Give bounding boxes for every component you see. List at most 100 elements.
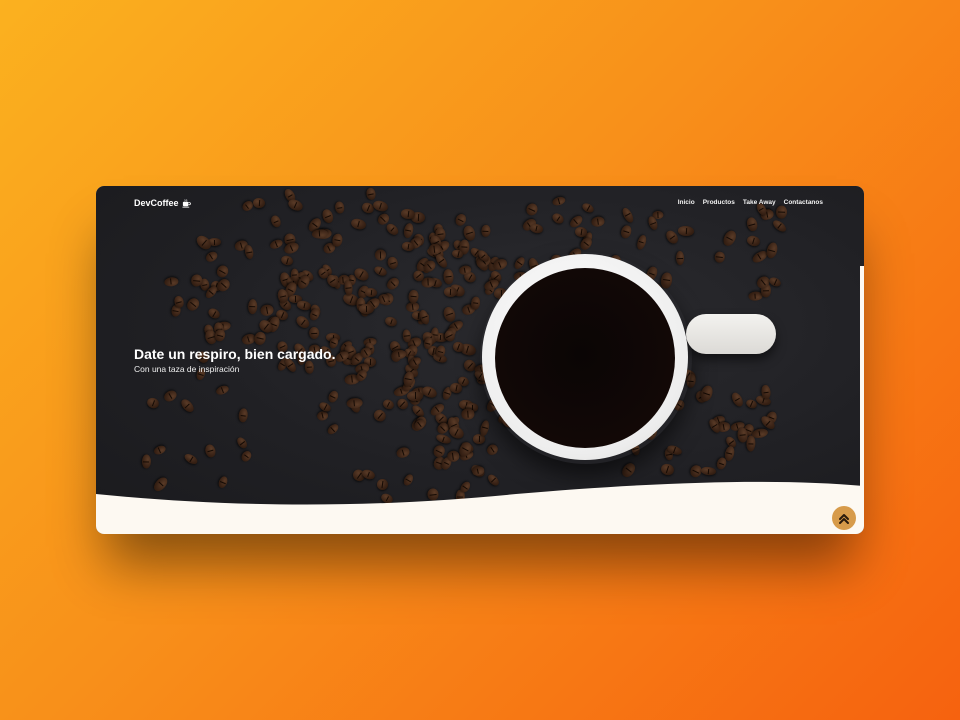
coffee-bean [279, 254, 295, 267]
coffee-bean [184, 296, 202, 313]
coffee-bean [620, 206, 636, 224]
coffee-bean [372, 199, 390, 214]
coffee-cup-icon [181, 198, 191, 208]
coffee-bean [721, 228, 739, 248]
coffee-bean [179, 397, 196, 414]
coffee-bean [215, 384, 231, 397]
coffee-bean [215, 263, 231, 279]
coffee-bean [182, 451, 199, 466]
nav-link-contactanos[interactable]: Contactanos [784, 199, 823, 206]
hero-section: DevCoffee Inicio Productos Take Away Con… [96, 186, 864, 534]
coffee-bean [153, 443, 168, 457]
nav-link-take-away[interactable]: Take Away [743, 199, 776, 206]
coffee-bean [365, 186, 377, 201]
coffee-liquid [495, 268, 675, 448]
coffee-bean [460, 408, 475, 421]
hero-wave-divider [96, 481, 864, 534]
coffee-bean [325, 389, 340, 405]
coffee-bean [770, 218, 788, 235]
coffee-bean [715, 456, 728, 470]
coffee-bean [372, 264, 388, 278]
coffee-bean [304, 360, 315, 375]
coffee-bean [478, 419, 491, 437]
coffee-bean [402, 222, 415, 239]
coffee-bean [512, 255, 528, 272]
coffee-bean [407, 390, 424, 402]
coffee-bean [194, 232, 214, 252]
coffee-bean [433, 252, 449, 270]
coffee-bean [714, 251, 726, 264]
coffee-bean [529, 222, 545, 234]
coffee-bean [480, 224, 491, 237]
brand-logo[interactable]: DevCoffee [134, 198, 191, 208]
nav-link-inicio[interactable]: Inicio [678, 199, 695, 206]
scroll-to-top-button[interactable] [832, 506, 856, 530]
browser-window: DevCoffee Inicio Productos Take Away Con… [96, 186, 864, 534]
main-nav: Inicio Productos Take Away Contactanos [678, 199, 823, 206]
coffee-bean [204, 442, 218, 459]
coffee-bean [550, 211, 566, 226]
coffee-bean [294, 314, 311, 331]
coffee-bean [745, 216, 759, 233]
nav-link-productos[interactable]: Productos [703, 199, 735, 206]
coffee-bean [442, 269, 454, 286]
coffee-bean [239, 449, 253, 464]
coffee-bean [268, 238, 284, 251]
coffee-bean [243, 244, 255, 260]
coffee-bean [247, 299, 258, 315]
coffee-bean [334, 201, 345, 215]
coffee-bean [269, 213, 283, 229]
coffee-bean [396, 446, 412, 460]
coffee-bean [374, 249, 387, 261]
hero-subtitle: Con una taza de inspiración [134, 364, 240, 374]
double-chevron-up-icon [839, 514, 849, 524]
coffee-bean [580, 201, 596, 215]
coffee-bean [391, 349, 408, 361]
coffee-bean [384, 221, 401, 237]
coffee-bean [761, 384, 772, 400]
coffee-bean [349, 216, 367, 231]
coffee-bean [252, 197, 266, 209]
coffee-bean [307, 307, 321, 322]
coffee-bean [619, 224, 633, 240]
coffee-bean [326, 422, 341, 437]
coffee-bean [470, 295, 481, 311]
coffee-bean [364, 287, 377, 298]
coffee-bean [295, 299, 312, 311]
coffee-bean [745, 234, 761, 248]
coffee-bean [408, 289, 419, 304]
coffee-bean [215, 276, 233, 295]
coffee-bean [206, 306, 222, 322]
coffee-bean [331, 232, 344, 248]
coffee-bean [701, 465, 717, 476]
coffee-bean [346, 397, 364, 409]
coffee-bean [383, 315, 398, 328]
coffee-bean [141, 454, 152, 470]
coffee-bean [676, 250, 685, 265]
coffee-bean [551, 195, 567, 207]
coffee-bean [677, 225, 695, 237]
coffee-bean [524, 201, 540, 217]
coffee-bean [443, 287, 458, 298]
coffee-bean [386, 256, 400, 271]
coffee-bean [381, 397, 396, 411]
coffee-bean [485, 443, 501, 458]
coffee-bean [776, 205, 788, 220]
coffee-bean [372, 407, 389, 424]
hero-title: Date un respiro, bien cargado. [134, 346, 336, 362]
coffee-bean [238, 407, 249, 423]
coffee-bean [235, 435, 250, 451]
scrollbar-track [860, 266, 864, 496]
coffee-bean [659, 462, 675, 477]
coffee-bean [260, 304, 275, 317]
coffee-bean [253, 330, 267, 346]
coffee-bean [145, 396, 161, 411]
coffee-bean [308, 326, 320, 340]
coffee-bean [590, 216, 606, 228]
coffee-bean [359, 303, 375, 314]
coffee-bean [729, 390, 745, 408]
cup-handle [686, 314, 776, 354]
coffee-bean [204, 250, 220, 265]
coffee-bean [320, 207, 335, 224]
coffee-bean [385, 275, 402, 292]
